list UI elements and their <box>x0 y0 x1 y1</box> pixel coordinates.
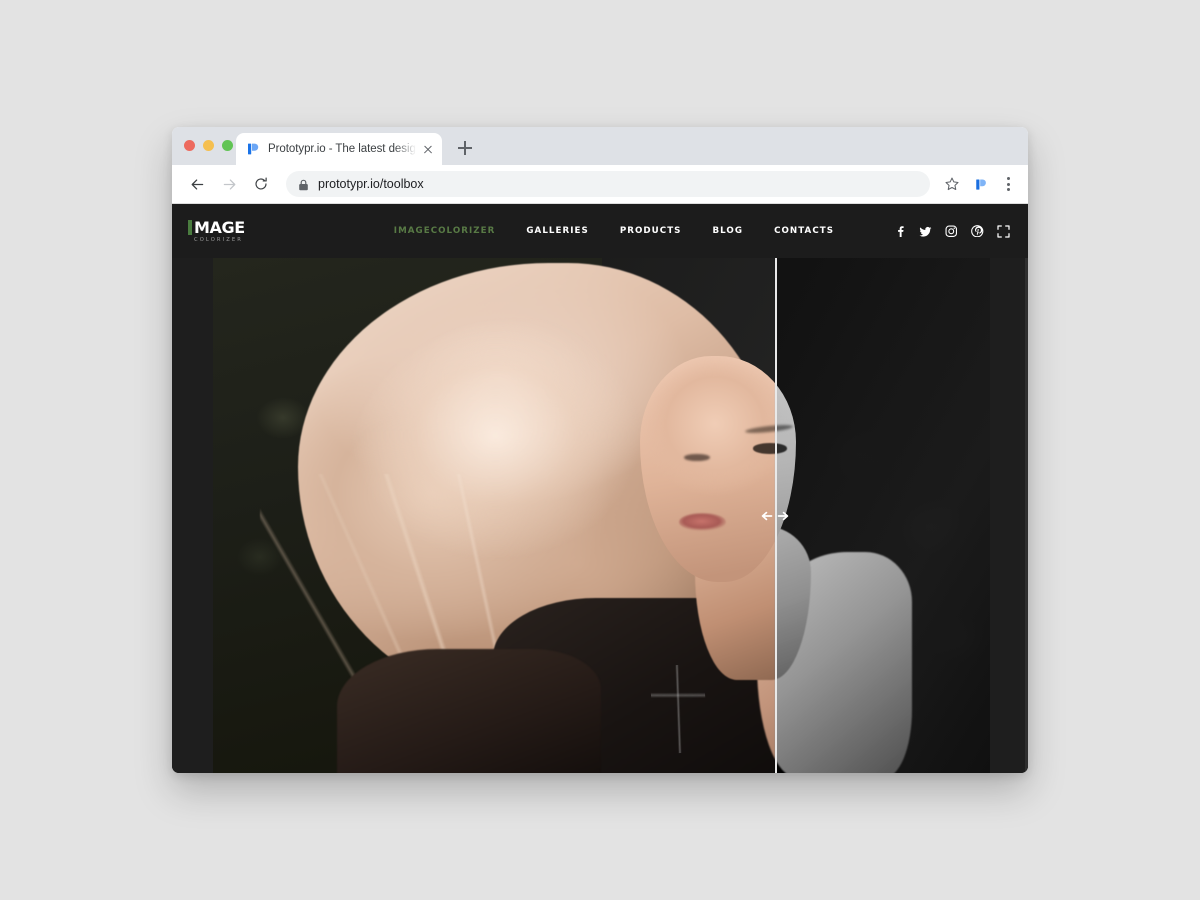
minimize-window-button[interactable] <box>203 140 214 151</box>
browser-window: Prototypr.io - The latest design an <box>172 127 1028 773</box>
pinterest-icon[interactable] <box>971 224 984 238</box>
new-tab-button[interactable] <box>455 138 475 158</box>
prototypr-extension-icon[interactable] <box>968 171 994 197</box>
comparison-slider-handle[interactable] <box>758 508 792 524</box>
menu-item-contacts[interactable]: CONTACTS <box>774 226 834 236</box>
browser-tabbar: Prototypr.io - The latest design an <box>172 127 1028 165</box>
fullscreen-icon[interactable] <box>997 224 1010 238</box>
logo-subtitle: COLORIZER <box>194 236 243 243</box>
star-icon[interactable] <box>939 171 965 197</box>
menu-item-products[interactable]: PRODUCTS <box>620 226 682 236</box>
site-menu: IMAGECOLORIZER GALLERIES PRODUCTS BLOG C… <box>394 226 834 236</box>
page-scrollbar[interactable] <box>1025 258 1028 773</box>
lock-icon <box>298 178 309 191</box>
reload-icon[interactable] <box>248 171 274 197</box>
twitter-icon[interactable] <box>919 225 932 238</box>
logo-word: MAGE <box>194 217 245 237</box>
facebook-icon[interactable] <box>893 225 906 238</box>
window-controls <box>184 140 233 151</box>
kebab-menu-icon[interactable] <box>998 174 1018 194</box>
prototypr-logo-icon <box>246 142 260 156</box>
address-bar[interactable]: prototypr.io/toolbox <box>286 171 930 197</box>
forward-arrow-icon <box>216 171 242 197</box>
browser-toolbar: prototypr.io/toolbox <box>172 165 1028 204</box>
close-icon[interactable] <box>420 141 436 157</box>
close-window-button[interactable] <box>184 140 195 151</box>
back-arrow-icon[interactable] <box>184 171 210 197</box>
photo-shirt-left <box>337 649 602 773</box>
social-links <box>893 224 1010 238</box>
logo-accent-bar-icon <box>188 220 192 236</box>
page-viewport: MAGE COLORIZER IMAGECOLORIZER GALLERIES … <box>172 204 1028 773</box>
menu-item-galleries[interactable]: GALLERIES <box>526 226 588 236</box>
tab-title: Prototypr.io - The latest design an <box>268 143 418 155</box>
maximize-window-button[interactable] <box>222 140 233 151</box>
left-right-drag-arrows-icon <box>760 510 790 522</box>
site-navbar: MAGE COLORIZER IMAGECOLORIZER GALLERIES … <box>172 204 1028 258</box>
logo-wordmark: MAGE <box>188 217 245 237</box>
site-logo[interactable]: MAGE COLORIZER <box>188 217 245 243</box>
url-text: prototypr.io/toolbox <box>318 177 424 191</box>
instagram-icon[interactable] <box>945 225 958 238</box>
menu-item-imagecolorizer[interactable]: IMAGECOLORIZER <box>394 226 496 236</box>
before-after-comparison[interactable] <box>213 258 990 773</box>
comparison-stage <box>172 258 1028 773</box>
photo-shirt-print <box>649 663 710 755</box>
menu-item-blog[interactable]: BLOG <box>712 226 743 236</box>
browser-tab[interactable]: Prototypr.io - The latest design an <box>236 133 442 165</box>
